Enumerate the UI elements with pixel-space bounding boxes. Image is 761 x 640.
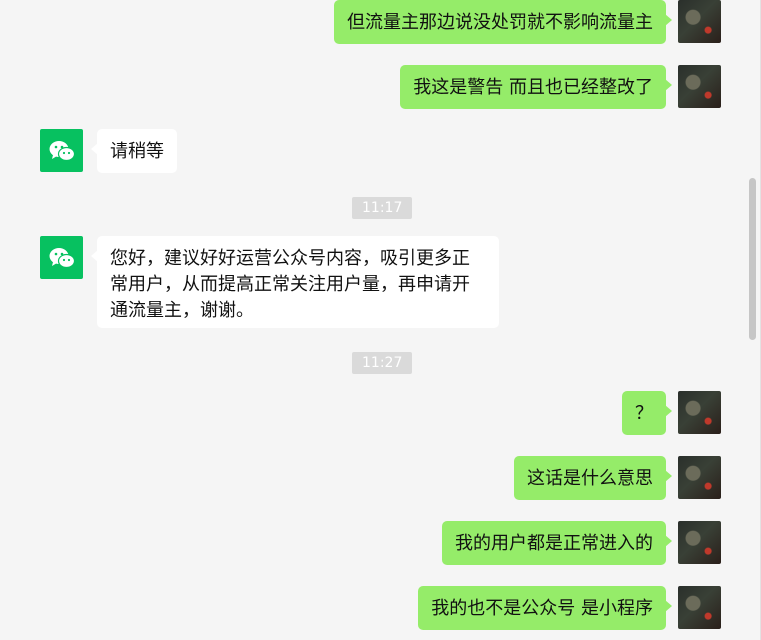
message-text: 我这是警告 而且也已经整改了: [413, 77, 653, 98]
chat-area: 但流量主那边说没处罚就不影响流量主 我这是警告 而且也已经整改了 请稍等 11:…: [0, 0, 761, 640]
sent-message[interactable]: 但流量主那边说没处罚就不影响流量主: [334, 0, 672, 44]
message-text: 这话是什么意思: [527, 468, 653, 489]
message-text: 请稍等: [110, 141, 164, 162]
wechat-icon: [49, 140, 75, 161]
user-avatar[interactable]: [678, 0, 721, 43]
message-text: 您好，建议好好运营公众号内容，吸引更多正常用户，从而提高正常关注用户量，再申请开…: [110, 248, 470, 321]
user-avatar[interactable]: [678, 65, 721, 108]
sent-message[interactable]: 我这是警告 而且也已经整改了: [400, 65, 672, 109]
sent-message[interactable]: 我的用户都是正常进入的: [442, 521, 672, 565]
message-text: ？: [635, 403, 653, 424]
user-avatar[interactable]: [678, 391, 721, 434]
user-avatar[interactable]: [678, 456, 721, 499]
wechat-avatar[interactable]: [40, 129, 83, 172]
message-text: 我的也不是公众号 是小程序: [431, 598, 653, 619]
sent-message[interactable]: 这话是什么意思: [514, 456, 672, 500]
user-avatar[interactable]: [678, 521, 721, 564]
wechat-avatar[interactable]: [40, 236, 83, 279]
received-message[interactable]: 请稍等: [91, 129, 177, 173]
wechat-icon: [49, 247, 75, 268]
message-text: 我的用户都是正常进入的: [455, 533, 653, 554]
scrollbar[interactable]: [749, 178, 756, 340]
message-text: 但流量主那边说没处罚就不影响流量主: [347, 12, 653, 33]
sent-message[interactable]: 我的也不是公众号 是小程序: [418, 586, 672, 630]
sent-message[interactable]: ？: [622, 391, 672, 435]
received-message[interactable]: 您好，建议好好运营公众号内容，吸引更多正常用户，从而提高正常关注用户量，再申请开…: [91, 236, 499, 328]
timestamp: 11:27: [352, 352, 413, 374]
user-avatar[interactable]: [678, 586, 721, 629]
timestamp: 11:17: [352, 197, 413, 219]
